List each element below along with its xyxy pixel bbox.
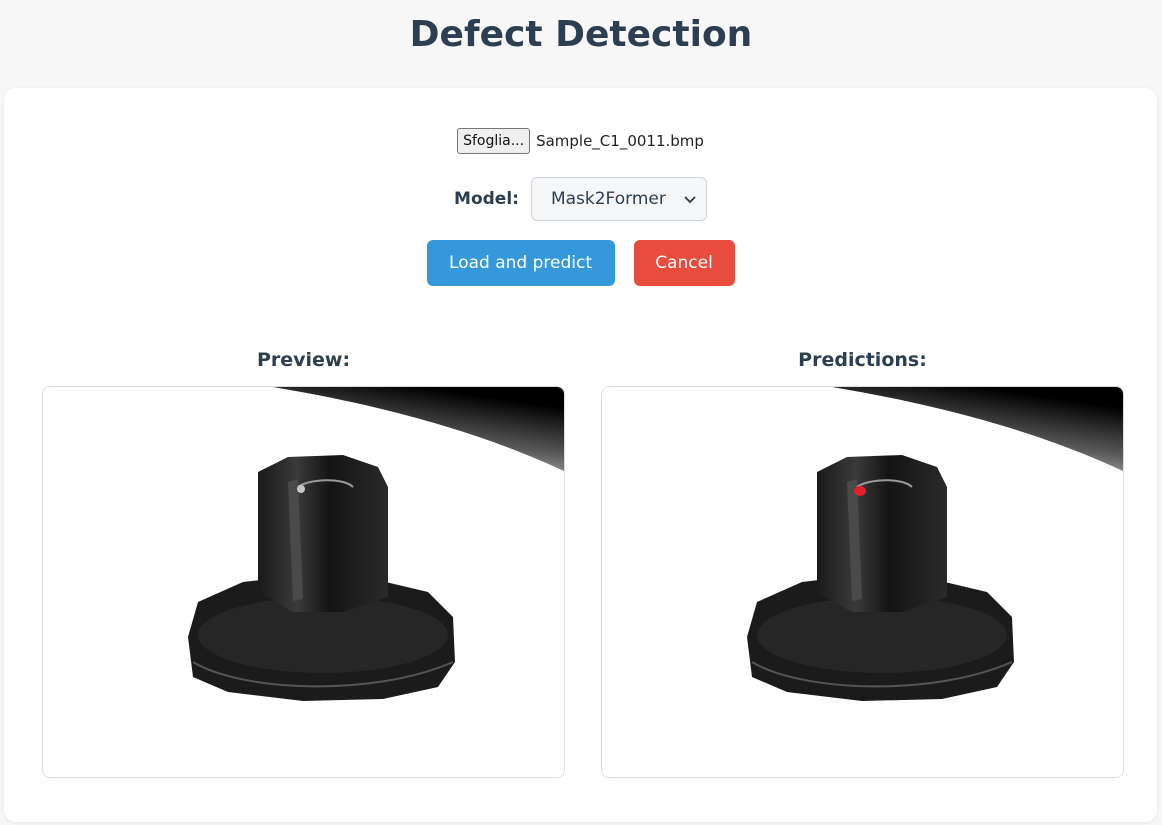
action-buttons: Load and predict Cancel xyxy=(4,240,1157,286)
preview-panel: Preview: xyxy=(42,349,565,778)
defect-mask xyxy=(854,486,866,496)
load-and-predict-button[interactable]: Load and predict xyxy=(426,240,615,286)
preview-image-frame xyxy=(42,386,565,778)
model-row: Model: Mask2Former xyxy=(4,177,1157,221)
model-label: Model: xyxy=(454,189,519,209)
preview-title: Preview: xyxy=(256,349,351,371)
chevron-down-icon xyxy=(684,189,696,209)
selected-file-name: Sample_C1_0011.bmp xyxy=(536,132,704,150)
preview-image xyxy=(43,387,564,777)
predictions-panel: Predictions: xyxy=(601,349,1124,778)
cancel-button[interactable]: Cancel xyxy=(633,240,735,286)
file-upload-row: Sfoglia... Sample_C1_0011.bmp xyxy=(4,128,1157,154)
predictions-title: Predictions: xyxy=(798,349,927,371)
predictions-image xyxy=(602,387,1123,777)
browse-button[interactable]: Sfoglia... xyxy=(457,128,531,154)
main-card: Sfoglia... Sample_C1_0011.bmp Model: Mas… xyxy=(4,88,1157,822)
model-select-value: Mask2Former xyxy=(550,189,666,209)
predictions-image-frame xyxy=(601,386,1124,778)
model-select[interactable]: Mask2Former xyxy=(530,177,707,221)
page-title: Defect Detection xyxy=(409,14,753,55)
